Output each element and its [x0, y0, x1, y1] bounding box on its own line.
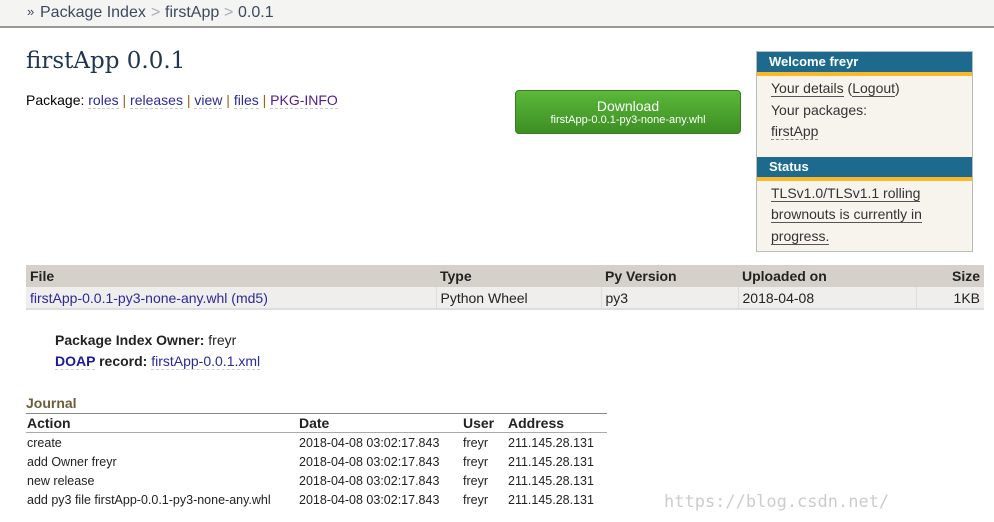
- doap-file-link[interactable]: firstApp-0.0.1.xml: [151, 353, 261, 370]
- col-user: User: [462, 413, 507, 433]
- action-cell: add py3 file firstApp-0.0.1-py3-none-any…: [27, 492, 271, 507]
- journal-table: Action Date User Address create 2018-04-0…: [26, 413, 607, 509]
- download-button[interactable]: Download firstApp-0.0.1-py3-none-any.whl: [515, 90, 741, 134]
- file-link[interactable]: firstApp-0.0.1-py3-none-any.whl: [30, 290, 227, 306]
- date-cell: 2018-04-08 03:02:17.843: [299, 473, 440, 488]
- table-row: add Owner freyr 2018-04-08 03:02:17.843 fr…: [26, 452, 607, 471]
- files-table: File Type Py Version Uploaded on Size fi…: [26, 265, 984, 310]
- file-type: Python Wheel: [436, 287, 602, 310]
- logout-link[interactable]: Logout: [852, 80, 896, 97]
- md5-link[interactable]: (md5): [231, 290, 268, 306]
- col-file: File: [26, 265, 436, 287]
- table-row: firstApp-0.0.1-py3-none-any.whl (md5) Py…: [26, 287, 984, 310]
- user-cell: freyr: [463, 454, 488, 469]
- status-link[interactable]: TLSv1.0/TLSv1.1 rolling brownouts is cur…: [771, 184, 922, 245]
- package-link[interactable]: firstApp: [771, 123, 819, 140]
- breadcrumb: » Package Index > firstApp > 0.0.1: [0, 0, 994, 28]
- pkg-info-link[interactable]: PKG-INFO: [270, 92, 338, 109]
- owner-label: Package Index Owner:: [55, 332, 205, 348]
- col-address: Address: [507, 413, 607, 433]
- file-size: 1KB: [916, 287, 984, 310]
- action-cell: new release: [27, 473, 95, 488]
- col-uploaded: Uploaded on: [738, 265, 916, 287]
- breadcrumb-marker: »: [27, 4, 35, 19]
- breadcrumb-firstapp[interactable]: firstApp: [165, 4, 219, 22]
- your-details-link[interactable]: Your details: [771, 80, 844, 97]
- col-type: Type: [436, 265, 601, 287]
- watermark: https://blog.csdn.net/: [664, 492, 890, 512]
- roles-link[interactable]: roles: [88, 92, 119, 109]
- action-cell: add Owner freyr: [27, 454, 117, 469]
- col-date: Date: [298, 413, 462, 433]
- user-cell: freyr: [463, 473, 488, 488]
- files-link[interactable]: files: [233, 92, 259, 109]
- breadcrumb-sep: >: [224, 4, 234, 21]
- date-cell: 2018-04-08 03:02:17.843: [299, 435, 440, 450]
- action-cell: create: [27, 435, 62, 450]
- file-py: py3: [601, 287, 739, 310]
- package-label: Package:: [26, 92, 85, 108]
- breadcrumb-version: 0.0.1: [238, 4, 274, 21]
- package-nav: Package: roles | releases | view | files…: [26, 92, 338, 109]
- date-cell: 2018-04-08 03:02:17.843: [299, 454, 440, 469]
- file-uploaded: 2018-04-08: [738, 287, 917, 310]
- user-cell: freyr: [463, 435, 488, 450]
- address-cell: 211.145.28.131: [508, 454, 594, 469]
- address-cell: 211.145.28.131: [508, 492, 594, 507]
- journal-title: Journal: [26, 395, 77, 411]
- your-packages-label: Your packages:: [771, 101, 867, 118]
- view-link[interactable]: view: [194, 92, 223, 109]
- user-cell: freyr: [463, 492, 488, 507]
- col-size: Size: [916, 265, 984, 287]
- table-row: add py3 file firstApp-0.0.1-py3-none-any…: [26, 490, 607, 509]
- sidebar: Welcome freyr Your details (Logout) Your…: [756, 51, 973, 252]
- breadcrumb-sep: >: [151, 4, 161, 21]
- table-row: new release 2018-04-08 03:02:17.843 freyr 2…: [26, 471, 607, 490]
- col-action: Action: [26, 413, 298, 433]
- page-title: firstApp 0.0.1: [26, 48, 186, 74]
- address-cell: 211.145.28.131: [508, 435, 594, 450]
- download-label: Download: [596, 98, 660, 114]
- table-row: create 2018-04-08 03:02:17.843 freyr 211.14…: [26, 433, 607, 453]
- owner-value: freyr: [208, 332, 237, 348]
- doap-label: record:: [99, 353, 148, 369]
- welcome-header: Welcome freyr: [757, 52, 972, 76]
- address-cell: 211.145.28.131: [508, 473, 594, 488]
- package-meta: Package Index Owner: freyr DOAP record: …: [55, 330, 261, 372]
- breadcrumb-package-index[interactable]: Package Index: [40, 4, 146, 22]
- download-filename: firstApp-0.0.1-py3-none-any.whl: [550, 114, 706, 126]
- date-cell: 2018-04-08 03:02:17.843: [299, 492, 440, 507]
- col-py-version: Py Version: [601, 265, 738, 287]
- releases-link[interactable]: releases: [130, 92, 183, 109]
- doap-link[interactable]: DOAP: [55, 353, 96, 370]
- status-header: Status: [757, 156, 972, 181]
